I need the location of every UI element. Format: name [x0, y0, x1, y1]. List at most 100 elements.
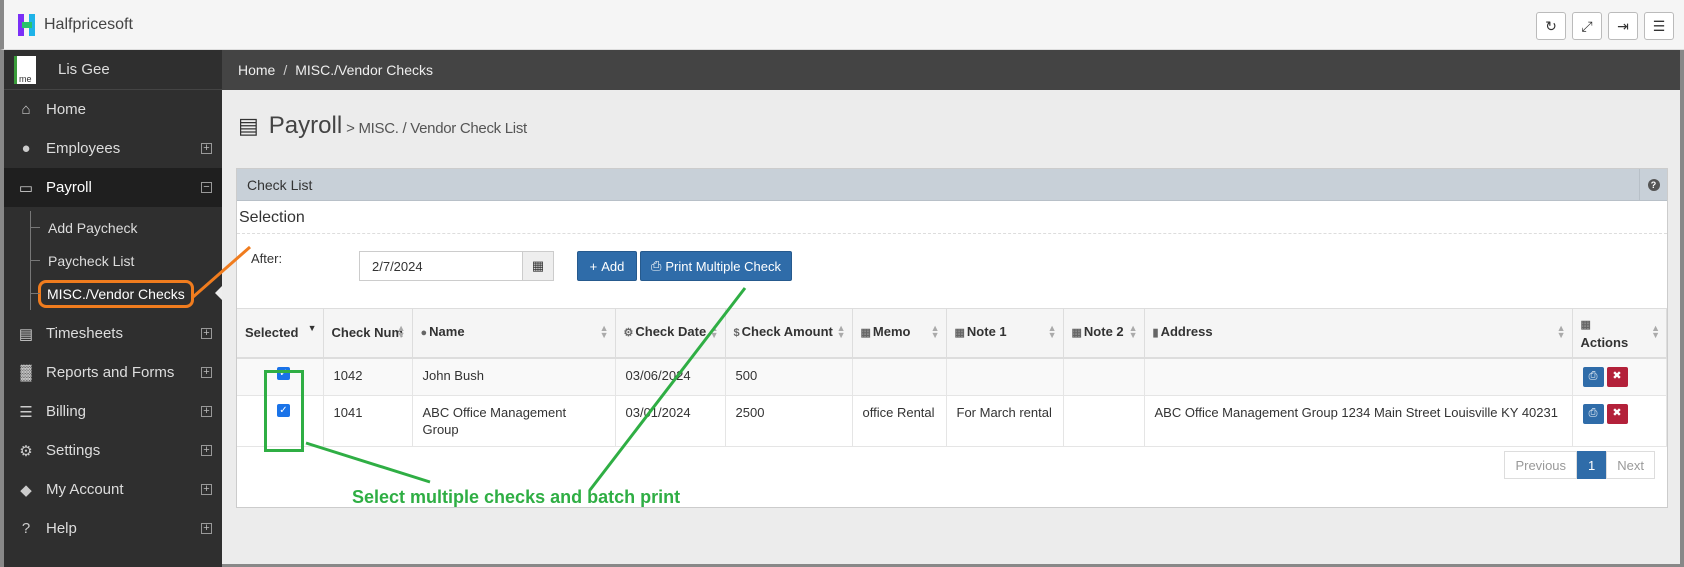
after-date-picker: ▦: [359, 251, 554, 281]
payroll-submenu: Add Paycheck Paycheck List MISC./Vendor …: [4, 207, 222, 314]
breadcrumb-separator: /: [283, 62, 288, 78]
sidebar-item-label: Settings: [46, 442, 101, 459]
col-label: Check Amount: [741, 324, 833, 340]
pagination: Previous 1 Next: [1504, 451, 1655, 479]
trash-icon[interactable]: ✖: [1606, 366, 1628, 387]
col-label: Selected: [245, 325, 299, 341]
col-note2[interactable]: ▦ Note 2 ▲ ▼: [1063, 308, 1145, 359]
sidebar-item-payroll[interactable]: ▭ Payroll −: [4, 168, 222, 207]
breadcrumb: Home / MISC./Vendor Checks: [222, 50, 1684, 90]
sidebar-item-my-account[interactable]: ◆ My Account +: [4, 470, 222, 509]
sort-icon[interactable]: ▲ ▼: [931, 324, 940, 340]
print-icon[interactable]: ⎙: [1582, 366, 1604, 387]
sort-icon[interactable]: ▲ ▼: [710, 324, 719, 340]
pagination-page-1[interactable]: 1: [1577, 451, 1607, 479]
col-note1[interactable]: ▦ Note 1 ▲ ▼: [946, 308, 1064, 359]
expand-icon[interactable]: +: [201, 328, 212, 339]
cell-memo: office Rental: [852, 395, 947, 447]
breadcrumb-home[interactable]: Home: [238, 62, 275, 78]
col-check-num[interactable]: Check Num ▲ ▼: [323, 308, 413, 359]
cell-name: John Bush: [412, 357, 616, 396]
sort-icon[interactable]: ▲ ▼: [600, 324, 609, 340]
user-name: Lis Gee: [58, 61, 110, 78]
help-icon[interactable]: ?: [1639, 169, 1667, 200]
sidebar-subitem-label: Add Paycheck: [48, 219, 138, 236]
halfpricesoft-logo-icon: [18, 14, 40, 36]
after-date-input[interactable]: [360, 252, 522, 280]
col-actions[interactable]: ▦ Actions ▲ ▼: [1572, 308, 1667, 359]
user-icon: ●: [420, 327, 428, 340]
sort-desc-icon[interactable]: ▼: [308, 324, 317, 333]
table-row[interactable]: ✓ 1042 John Bush 03/06/2024 500 ⎙ ✖: [237, 357, 1667, 396]
page-title-main: Payroll: [268, 112, 343, 139]
table-row[interactable]: ✓ 1041 ABC Office Management Group 03/01…: [237, 395, 1667, 447]
top-bar: Halfpricesoft ↻ ⤢ ⇥ ☰: [0, 0, 1684, 50]
calendar-icon[interactable]: ▦: [522, 252, 553, 280]
cart-icon: ☰: [19, 403, 33, 421]
logout-icon[interactable]: ⇥: [1608, 12, 1638, 40]
print-icon[interactable]: ⎙: [1582, 403, 1604, 424]
sidebar-subitem-misc-vendor-checks[interactable]: MISC./Vendor Checks: [4, 277, 222, 310]
expand-icon[interactable]: +: [201, 367, 212, 378]
collapse-icon[interactable]: −: [201, 182, 212, 193]
col-check-amount[interactable]: $ Check Amount ▲ ▼: [725, 308, 853, 359]
sidebar-subitem-label: Paycheck List: [48, 252, 135, 269]
col-label: Check Num: [331, 325, 404, 341]
sidebar-subitem-add-paycheck[interactable]: Add Paycheck: [4, 211, 222, 244]
sidebar-subitem-paycheck-list[interactable]: Paycheck List: [4, 244, 222, 277]
refresh-icon[interactable]: ↻: [1536, 12, 1566, 40]
pagination-next[interactable]: Next: [1606, 451, 1655, 479]
dollar-icon: $: [733, 327, 740, 340]
cell-actions: ⎙ ✖: [1572, 395, 1667, 447]
expand-icon[interactable]: +: [201, 406, 212, 417]
sidebar-item-settings[interactable]: ⚙ Settings +: [4, 431, 222, 470]
cell-check-amount: 500: [725, 357, 853, 396]
cell-check-num: 1041: [323, 395, 413, 447]
fullscreen-icon[interactable]: ⤢: [1572, 12, 1602, 40]
sort-icon[interactable]: ▲ ▼: [1048, 324, 1057, 340]
sidebar-item-help[interactable]: ? Help +: [4, 509, 222, 548]
gear-icon: ⚙: [623, 327, 634, 340]
check-list-panel: Check List ? Selection After: ▦ + Add ⎙ …: [236, 168, 1668, 508]
plus-icon: +: [589, 258, 598, 274]
col-name[interactable]: ● Name ▲ ▼: [412, 308, 616, 359]
sidebar-item-timesheets[interactable]: ▤ Timesheets +: [4, 314, 222, 353]
sidebar-item-billing[interactable]: ☰ Billing +: [4, 392, 222, 431]
add-button[interactable]: + Add: [577, 251, 637, 281]
col-selected[interactable]: Selected ▼: [237, 308, 324, 359]
sidebar-item-employees[interactable]: ● Employees +: [4, 129, 222, 168]
avatar-alt-text: me: [19, 73, 32, 84]
sidebar-item-home[interactable]: ⌂ Home: [4, 90, 222, 129]
sort-icon[interactable]: ▲ ▼: [1651, 324, 1660, 340]
col-label: Address: [1160, 324, 1213, 340]
expand-icon[interactable]: +: [201, 143, 212, 154]
sort-icon[interactable]: ▲ ▼: [837, 324, 846, 340]
cell-note2: [1063, 357, 1145, 396]
col-check-date[interactable]: ⚙ Check Date ▲ ▼: [615, 308, 726, 359]
cell-memo: [852, 357, 947, 396]
annotation-text: Select multiple checks and batch print: [352, 487, 681, 507]
checks-table: Selected ▼ Check Num ▲ ▼ ● Name ▲ ▼ ⚙ Check Dat…: [237, 308, 1667, 447]
col-label: Note 2: [1083, 324, 1124, 340]
brand[interactable]: Halfpricesoft: [18, 14, 133, 36]
col-label: Actions: [1580, 334, 1629, 350]
menu-icon[interactable]: ☰: [1644, 12, 1674, 40]
trash-icon[interactable]: ✖: [1606, 403, 1628, 424]
sidebar-item-label: Help: [46, 520, 77, 537]
bookmark-icon: ▮: [1152, 327, 1159, 340]
expand-icon[interactable]: +: [201, 523, 212, 534]
print-multiple-check-button[interactable]: ⎙ Print Multiple Check: [640, 251, 792, 281]
sort-icon[interactable]: ▲ ▼: [397, 324, 406, 340]
cell-check-date: 03/01/2024: [615, 395, 726, 447]
col-memo[interactable]: ▦ Memo ▲ ▼: [852, 308, 947, 359]
pagination-previous[interactable]: Previous: [1504, 451, 1578, 479]
expand-icon[interactable]: +: [201, 445, 212, 456]
list-icon: ▤: [238, 113, 259, 138]
sidebar-item-reports-and-forms[interactable]: ▓ Reports and Forms +: [4, 353, 222, 392]
sort-icon[interactable]: ▲ ▼: [1129, 324, 1138, 340]
col-address[interactable]: ▮ Address ▲ ▼: [1144, 308, 1573, 359]
sort-icon[interactable]: ▲ ▼: [1557, 324, 1566, 340]
chart-icon: ▓: [20, 364, 32, 381]
table-header-row: Selected ▼ Check Num ▲ ▼ ● Name ▲ ▼ ⚙ Check Dat…: [237, 308, 1667, 359]
expand-icon[interactable]: +: [201, 484, 212, 495]
